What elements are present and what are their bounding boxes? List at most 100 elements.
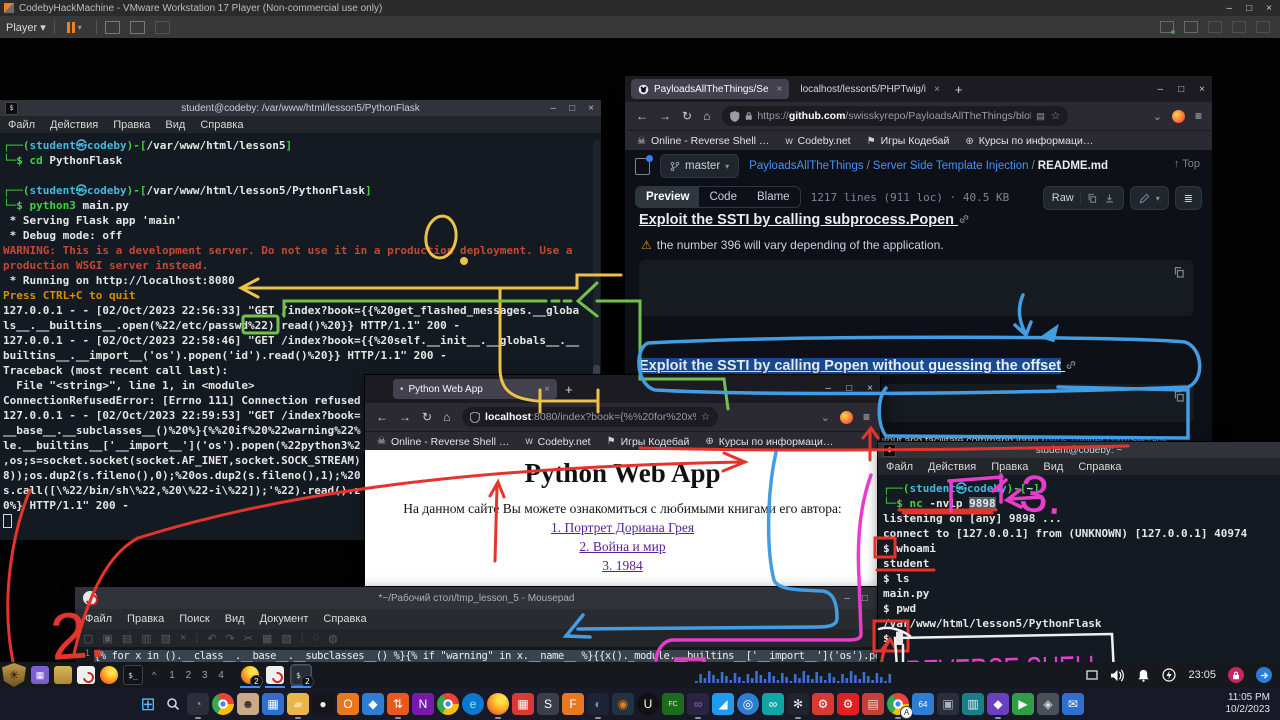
book-link-3[interactable]: 3. 1984 — [365, 558, 880, 574]
terminal1-menu-item[interactable]: Действия — [50, 119, 98, 131]
terminal1-titlebar[interactable]: $ student@codeby: /var/www/html/lesson5/… — [0, 100, 601, 116]
edge[interactable]: e — [462, 693, 484, 715]
bookmark-star-icon[interactable]: ☆ — [1051, 110, 1060, 122]
pin-64-app[interactable]: 64 — [912, 693, 934, 715]
new-tab-button[interactable]: + — [565, 382, 573, 397]
start-button[interactable]: ⊞ — [137, 693, 159, 715]
heading-subprocess-popen[interactable]: Exploit the SSTI by calling subprocess.P… — [639, 212, 970, 228]
raw-button[interactable]: Raw — [1043, 186, 1124, 210]
bookmark-item[interactable]: wCodeby.net — [525, 436, 590, 448]
screen-lock-icon[interactable] — [1228, 667, 1244, 683]
vmware-app[interactable]: ◆ — [362, 693, 384, 715]
link-icon[interactable] — [1065, 359, 1077, 371]
red-grid-app[interactable]: ▦ — [512, 693, 534, 715]
vm-device-cd-icon[interactable] — [1184, 21, 1198, 33]
blender[interactable]: ◉ — [612, 693, 634, 715]
f-book-app[interactable]: F — [562, 693, 584, 715]
undo-icon[interactable]: ↶ — [207, 632, 216, 645]
spider-app[interactable]: ✻ — [787, 693, 809, 715]
heading-popen-offset[interactable]: Exploit the SSTI by calling Popen withou… — [639, 358, 1077, 374]
reload-icon[interactable]: ↻ — [422, 410, 432, 424]
tab-python-web-app[interactable]: • Python Web App × — [393, 379, 557, 399]
paste-icon[interactable]: ▨ — [281, 632, 291, 645]
vmware-close-button[interactable]: × — [1266, 3, 1272, 14]
map-pin-app[interactable]: ◎ — [737, 693, 759, 715]
cut-icon[interactable]: ✂ — [244, 632, 253, 645]
new-tab-button[interactable]: + — [955, 82, 963, 97]
chrome[interactable] — [437, 693, 459, 715]
tab-close-icon[interactable]: × — [777, 84, 783, 95]
mousepad-menu-item[interactable]: Документ — [260, 613, 309, 625]
code-block-subprocess[interactable]: {{''.__class__.mro()[1].__subclasses__()… — [639, 260, 1194, 316]
view-tab-preview[interactable]: Preview — [636, 187, 699, 207]
oval-app[interactable]: ● — [312, 693, 334, 715]
unreal[interactable]: U — [637, 693, 659, 715]
search-icon[interactable] — [162, 693, 184, 715]
copy-icon[interactable] — [1087, 193, 1098, 204]
terminal2-menu-item[interactable]: Файл — [886, 461, 913, 473]
terminal1-menu-item[interactable]: Справка — [200, 119, 243, 131]
close-file-icon[interactable]: × — [180, 632, 186, 644]
bookmark-star-icon[interactable]: ☆ — [701, 411, 710, 423]
replace-icon[interactable]: ◍ — [328, 632, 338, 645]
view-tab-blame[interactable]: Blame — [747, 187, 800, 207]
mousepad-open-window[interactable] — [266, 666, 284, 684]
book-link-2[interactable]: 2. Война и мир — [365, 539, 880, 555]
mail-app[interactable]: ✉ — [1062, 693, 1084, 715]
pocket-icon[interactable]: ⌄ — [821, 411, 830, 424]
terminal1-maximize-button[interactable]: □ — [569, 103, 575, 114]
dark-app[interactable]: ▣ — [937, 693, 959, 715]
edit-button[interactable]: ▾ — [1130, 186, 1169, 210]
mousepad-launcher-icon[interactable] — [77, 666, 95, 684]
file-explorer[interactable]: ▰ — [287, 693, 309, 715]
bookmark-item[interactable]: ⚑Игры Кодебай — [607, 436, 690, 448]
orange-ring-app[interactable]: O — [337, 693, 359, 715]
green-play-app[interactable]: ▶ — [1012, 693, 1034, 715]
home-icon[interactable]: ⌂ — [443, 410, 450, 424]
firefox1-maximize-button[interactable]: □ — [1178, 84, 1184, 95]
red-card-app[interactable]: ▤ — [862, 693, 884, 715]
logout-icon[interactable] — [1256, 667, 1272, 683]
teal-app[interactable]: ∞ — [762, 693, 784, 715]
terminal2-menu-item[interactable]: Правка — [991, 461, 1028, 473]
vmware-minimize-button[interactable]: – — [1227, 3, 1233, 14]
terminal1-close-button[interactable]: × — [588, 103, 594, 114]
save-as-icon[interactable]: ▥ — [141, 632, 151, 645]
fullscreen-icon[interactable] — [130, 21, 145, 34]
app-menu-icon[interactable]: ▦ — [31, 666, 49, 684]
power-manager-icon[interactable] — [1162, 668, 1176, 682]
terminal1-minimize-button[interactable]: – — [551, 103, 557, 114]
webapp-close-button[interactable]: × — [867, 383, 873, 394]
calendar-app[interactable]: ▦ — [262, 693, 284, 715]
reader-view-icon[interactable]: ▤ — [1036, 111, 1045, 122]
mousepad-maximize-button[interactable]: □ — [862, 593, 868, 604]
tab-localhost-phptwig[interactable]: localhost/lesson5/PHPTwig/i× — [793, 79, 946, 99]
file-manager-icon[interactable] — [54, 666, 72, 684]
terminal2-titlebar[interactable]: $ student@codeby: ~ — [878, 442, 1280, 458]
terminal1-menu-item[interactable]: Правка — [113, 119, 150, 131]
mousepad-menu-item[interactable]: Вид — [225, 613, 245, 625]
bookmark-item[interactable]: ⊕Курсы по информаци… — [705, 436, 833, 448]
ctrl-alt-del-icon[interactable] — [105, 21, 120, 34]
top-link[interactable]: ↑ Top — [1174, 158, 1200, 170]
terminal-launcher-icon[interactable]: $_ — [123, 665, 143, 685]
webapp-minimize-button[interactable]: – — [826, 383, 832, 394]
firefox1-close-button[interactable]: × — [1199, 84, 1205, 95]
show-more-chevron[interactable]: ^ — [152, 670, 156, 680]
bookmark-item[interactable]: ⊕Курсы по информаци… — [965, 135, 1093, 147]
book-link-1[interactable]: 1. Портрет Дориана Грея — [365, 520, 880, 536]
fc-app[interactable]: FC — [662, 693, 684, 715]
breadcrumb-folder[interactable]: Server Side Template Injection — [873, 160, 1029, 172]
copy-icon[interactable] — [1173, 390, 1186, 403]
terminal1-menu-item[interactable]: Вид — [165, 119, 185, 131]
terminal2-menu-item[interactable]: Справка — [1078, 461, 1121, 473]
visual-studio[interactable]: ∞ — [687, 693, 709, 715]
firefox1-minimize-button[interactable]: – — [1158, 84, 1164, 95]
color-wheel-app[interactable] — [212, 693, 234, 715]
open-file-icon[interactable]: ▣ — [102, 632, 112, 645]
copy-icon[interactable]: ▦ — [262, 632, 272, 645]
bookmark-item[interactable]: ☠Online - Reverse Shell … — [637, 135, 769, 147]
bookmark-item[interactable]: wCodeby.net — [785, 135, 850, 147]
mousepad-menu-item[interactable]: Справка — [323, 613, 366, 625]
url-bar[interactable]: https://github.com/swisskyrepo/PayloadsA… — [722, 106, 1068, 126]
